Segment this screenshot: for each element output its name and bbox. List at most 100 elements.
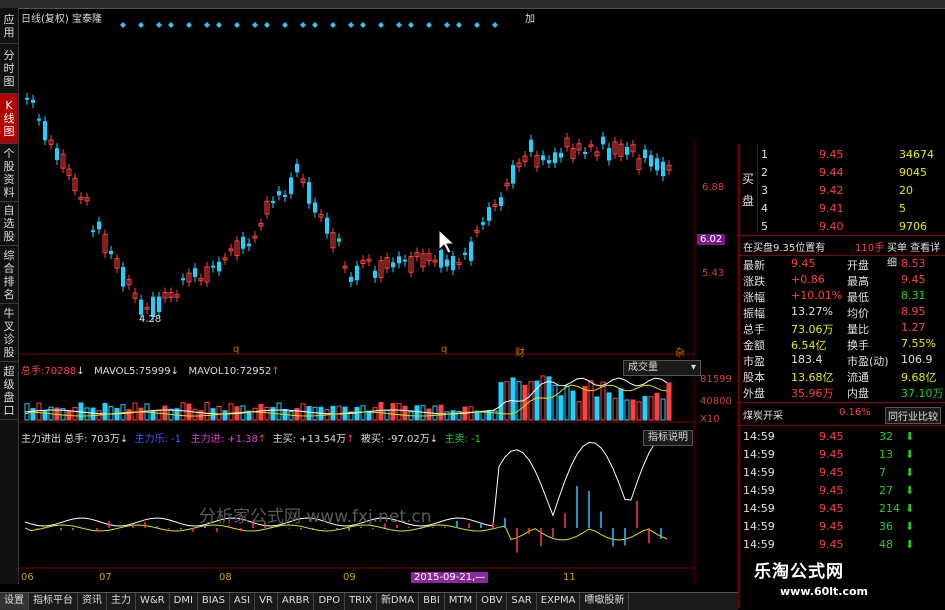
- indicator-tab[interactable]: DMI: [170, 593, 198, 610]
- candle-body: [355, 265, 359, 281]
- order-book-price: 9.44: [819, 166, 844, 179]
- event-marker[interactable]: q: [441, 344, 447, 355]
- down-arrow-icon: ⬇: [905, 484, 915, 497]
- left-tab-3[interactable]: 个股资料: [0, 144, 18, 202]
- event-marker[interactable]: q: [233, 344, 239, 355]
- tick-time: 14:59: [743, 466, 775, 479]
- left-tab-char: 综: [3, 248, 15, 262]
- candle-body: [397, 256, 401, 264]
- order-book-summary: 在买盘9.35位置有 110手 买单 查看详细: [739, 237, 945, 269]
- indicator-tab[interactable]: VR: [255, 593, 278, 610]
- tick-time: 14:59: [743, 502, 775, 515]
- candle-body: [481, 222, 485, 225]
- volume-bar: [564, 385, 570, 421]
- order-book-row[interactable]: 3 9.42 20: [739, 182, 945, 200]
- candle-body: [307, 182, 311, 204]
- flow-line: [24, 524, 668, 541]
- volume-bar: [378, 401, 384, 421]
- indicator-tab[interactable]: 嘌噷股新: [580, 593, 630, 610]
- indicator-tab[interactable]: 主力: [107, 593, 136, 610]
- volume-bar: [450, 410, 456, 421]
- indicator-tab[interactable]: ARBR: [278, 593, 315, 610]
- misc-marker[interactable]: 杂: [675, 344, 685, 359]
- left-tab-char: 选: [3, 217, 15, 230]
- stat-v2: 8.31: [901, 289, 926, 302]
- indicator-tab[interactable]: W&R: [136, 593, 170, 610]
- order-book-vol: 5: [899, 202, 906, 215]
- volume-bar: [576, 401, 582, 421]
- volume-bar: [624, 399, 630, 421]
- candle-body: [643, 149, 647, 159]
- finance-marker[interactable]: 财: [515, 344, 525, 359]
- indicator-tab[interactable]: 设置: [0, 593, 29, 610]
- volume-bar: [630, 399, 636, 421]
- down-arrow-icon: ⬇: [905, 538, 915, 551]
- indicator-tab[interactable]: TRIX: [345, 593, 377, 610]
- order-book-price: 9.41: [819, 202, 844, 215]
- stat-l2: 最高: [847, 275, 869, 288]
- candle-body: [499, 197, 503, 206]
- indicator-tab[interactable]: EXPMA: [537, 593, 581, 610]
- order-book-row[interactable]: 4 9.41 5: [739, 200, 945, 218]
- industry-compare-button[interactable]: 同行业比较: [885, 407, 941, 424]
- volume-bar: [72, 406, 78, 421]
- volume-y-tick: 81599: [700, 374, 732, 385]
- stat-row: 外盘 35.96万 内盘 37.10万: [739, 385, 945, 403]
- candle-body: [211, 265, 215, 268]
- indicator-tab[interactable]: DPO: [314, 593, 346, 610]
- left-tab-4[interactable]: 自选股: [0, 202, 18, 246]
- order-book-row[interactable]: 2 9.44 9045: [739, 164, 945, 182]
- left-tab-0[interactable]: 应用: [0, 8, 18, 44]
- volume-bar: [444, 411, 450, 421]
- indicator-help-button[interactable]: 指标说明: [643, 430, 693, 446]
- volume-bar: [618, 388, 624, 421]
- indicator-tab[interactable]: OBV: [477, 593, 508, 610]
- candle-body: [553, 152, 557, 164]
- left-tab-6[interactable]: 牛叉诊股: [0, 304, 18, 362]
- down-arrow-icon: ⬇: [905, 430, 915, 443]
- left-tab-char: 个: [3, 146, 15, 160]
- indicator-tab[interactable]: 指标平台: [29, 593, 78, 610]
- left-tab-7[interactable]: 超级盘口: [0, 362, 18, 420]
- volume-bar: [36, 402, 42, 421]
- stat-l1: 涨幅: [743, 291, 765, 304]
- indicator-tab[interactable]: BIAS: [198, 593, 230, 610]
- indicator-tab[interactable]: MTM: [445, 593, 478, 610]
- dividend-diamond-icon: [396, 22, 402, 28]
- volume-bar: [354, 406, 360, 421]
- order-book-row[interactable]: 5 9.40 9706: [739, 218, 945, 236]
- stat-v1: 13.27%: [791, 305, 833, 318]
- down-arrow-icon: ⬇: [905, 448, 915, 461]
- order-book-row[interactable]: 1 9.45 34674: [739, 146, 945, 164]
- indicator-tab[interactable]: ASI: [230, 593, 256, 610]
- left-tab-char: 应: [3, 12, 15, 26]
- candle-body: [373, 270, 377, 278]
- indicator-tab[interactable]: 新DMA: [377, 593, 420, 610]
- chart-watermark: 分析家公式网 www.fxj.net.cn: [199, 507, 432, 527]
- stat-l1: 最新: [743, 259, 765, 272]
- chart-area[interactable]: 日线(复权) 宝泰隆 加 6.88 5.43 6.02 4.28 q q 财 杂…: [19, 8, 732, 584]
- left-tab-1[interactable]: 分时图: [0, 44, 18, 94]
- volume-bar: [654, 392, 660, 421]
- volume-bar: [390, 403, 396, 421]
- order-book-level: 5: [761, 220, 768, 233]
- candle-body: [157, 296, 161, 313]
- indicator-tab[interactable]: BBI: [419, 593, 445, 610]
- indicator-tab[interactable]: SAR: [507, 593, 537, 610]
- candle-body: [463, 252, 467, 255]
- candle-body: [349, 276, 353, 282]
- left-tab-2[interactable]: K线图: [0, 94, 18, 144]
- dividend-diamond-icon: [300, 22, 306, 28]
- indicator-tab[interactable]: 资讯: [78, 593, 107, 610]
- volume-bar: [312, 406, 318, 421]
- x-tick-label: 11: [563, 572, 576, 583]
- kline-chart-svg[interactable]: [19, 8, 695, 584]
- dividend-diamond-icon: [456, 22, 462, 28]
- volume-bar: [330, 405, 336, 421]
- order-book-price: 9.45: [819, 148, 844, 161]
- dividend-diamond-icon: [348, 22, 354, 28]
- order-book-level: 4: [761, 202, 768, 215]
- volume-indicator-dropdown[interactable]: 成交量 ▾: [623, 360, 701, 376]
- left-tab-5[interactable]: 综合排名: [0, 246, 18, 304]
- volume-bar: [156, 410, 162, 421]
